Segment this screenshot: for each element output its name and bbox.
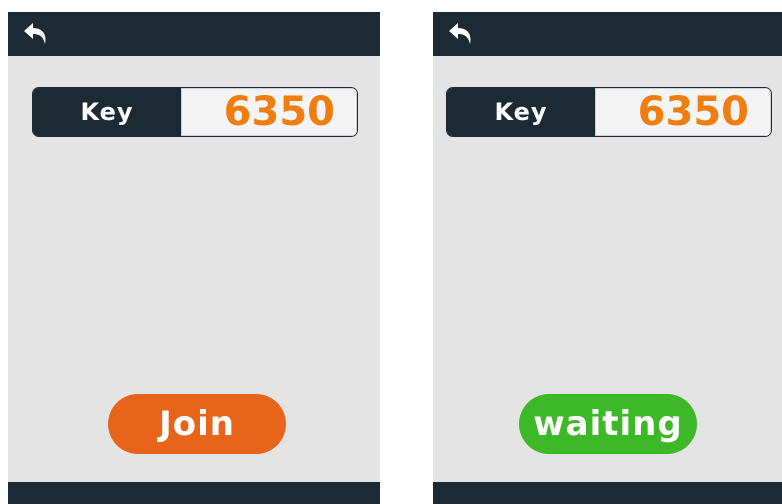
back-arrow-icon bbox=[24, 23, 46, 44]
bottom-bar bbox=[8, 482, 380, 504]
join-button[interactable]: Join bbox=[108, 394, 286, 454]
back-button[interactable] bbox=[22, 20, 52, 48]
join-screen: Key 6350 Join bbox=[8, 12, 380, 504]
key-value: 6350 bbox=[181, 88, 357, 136]
back-button[interactable] bbox=[447, 20, 477, 48]
key-label: Key bbox=[447, 88, 595, 136]
waiting-screen: Key 6350 waiting bbox=[433, 12, 782, 504]
key-label: Key bbox=[33, 88, 181, 136]
key-display: Key 6350 bbox=[446, 87, 772, 137]
bottom-bar bbox=[433, 482, 782, 504]
top-bar bbox=[8, 12, 380, 56]
top-bar bbox=[433, 12, 782, 56]
waiting-status-button[interactable]: waiting bbox=[519, 394, 697, 454]
key-value: 6350 bbox=[595, 88, 771, 136]
stage: Key 6350 Join Key 6350 waiting bbox=[0, 0, 782, 504]
key-display: Key 6350 bbox=[32, 87, 358, 137]
back-arrow-icon bbox=[449, 23, 471, 44]
